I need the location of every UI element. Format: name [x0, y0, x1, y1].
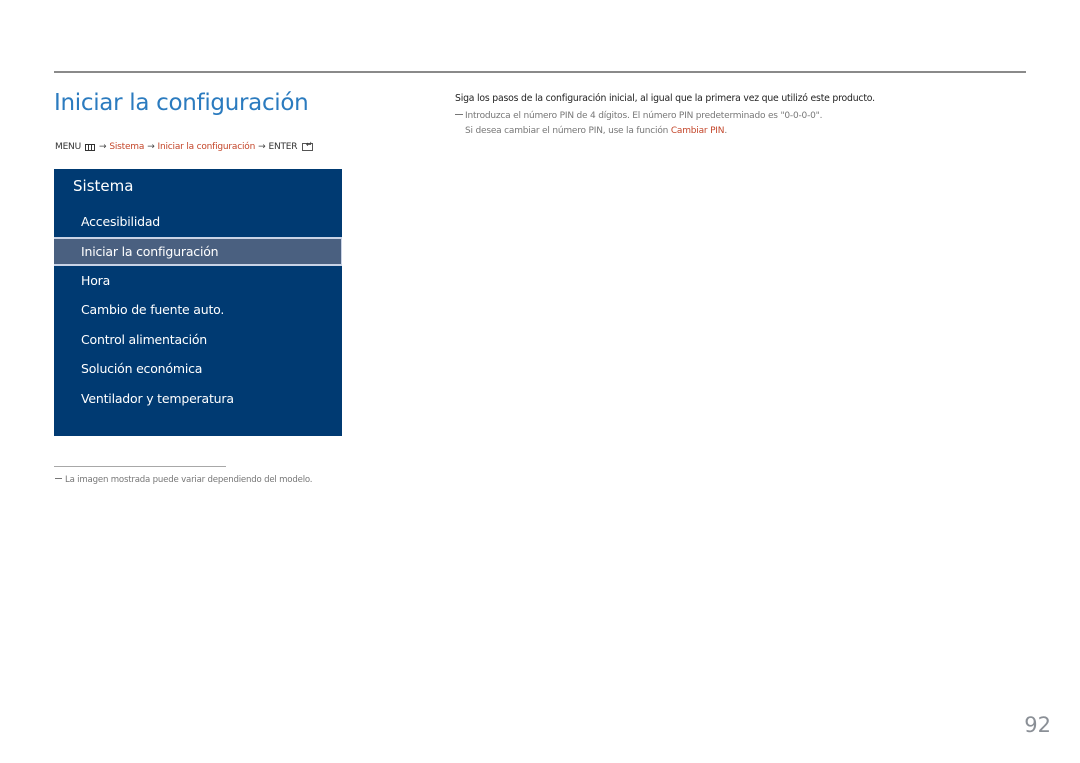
pin-note: Introduzca el número PIN de 4 dígitos. E…	[455, 111, 822, 121]
menu-item-iniciar-configuracion[interactable]: Iniciar la configuración	[54, 237, 342, 266]
pin-change-prefix: Si desea cambiar el número PIN, use la f…	[465, 126, 671, 136]
header-divider	[54, 71, 1026, 73]
note-dash-icon	[55, 478, 62, 479]
footnote-text: La imagen mostrada puede variar dependie…	[65, 475, 313, 485]
menu-item-control-alimentacion[interactable]: Control alimentación	[54, 326, 342, 354]
menu-item-solucion-economica[interactable]: Solución económica	[54, 355, 342, 383]
arrow-icon: →	[258, 142, 266, 152]
pin-note-text: Introduzca el número PIN de 4 dígitos. E…	[465, 111, 823, 121]
enter-icon	[302, 140, 314, 151]
arrow-icon: →	[98, 142, 107, 152]
footnote: La imagen mostrada puede variar dependie…	[55, 475, 313, 485]
breadcrumb: MENU → Sistema → Iniciar la configuració…	[55, 140, 314, 152]
osd-menu-title: Sistema	[73, 177, 134, 195]
pin-change-note: Si desea cambiar el número PIN, use la f…	[465, 126, 727, 136]
menu-icon	[84, 143, 95, 151]
breadcrumb-menu-label: MENU	[55, 142, 81, 152]
note-dash-icon	[455, 114, 463, 115]
breadcrumb-link-iniciar[interactable]: Iniciar la configuración	[158, 142, 256, 152]
page-title: Iniciar la configuración	[54, 90, 309, 116]
page-number: 92	[1024, 713, 1051, 737]
pin-change-suffix: .	[724, 126, 727, 136]
cambiar-pin-link[interactable]: Cambiar PIN	[671, 126, 725, 136]
intro-text: Siga los pasos de la configuración inici…	[455, 93, 875, 104]
arrow-icon: →	[147, 142, 155, 152]
osd-menu-panel: Sistema Accesibilidad Iniciar la configu…	[54, 169, 342, 436]
menu-item-cambio-fuente[interactable]: Cambio de fuente auto.	[54, 296, 342, 324]
menu-item-accesibilidad[interactable]: Accesibilidad	[54, 208, 342, 236]
menu-item-ventilador-temperatura[interactable]: Ventilador y temperatura	[54, 385, 342, 413]
breadcrumb-enter-label: ENTER	[268, 142, 298, 152]
menu-item-hora[interactable]: Hora	[54, 267, 342, 295]
footnote-divider	[54, 466, 226, 467]
breadcrumb-link-sistema[interactable]: Sistema	[109, 142, 144, 152]
